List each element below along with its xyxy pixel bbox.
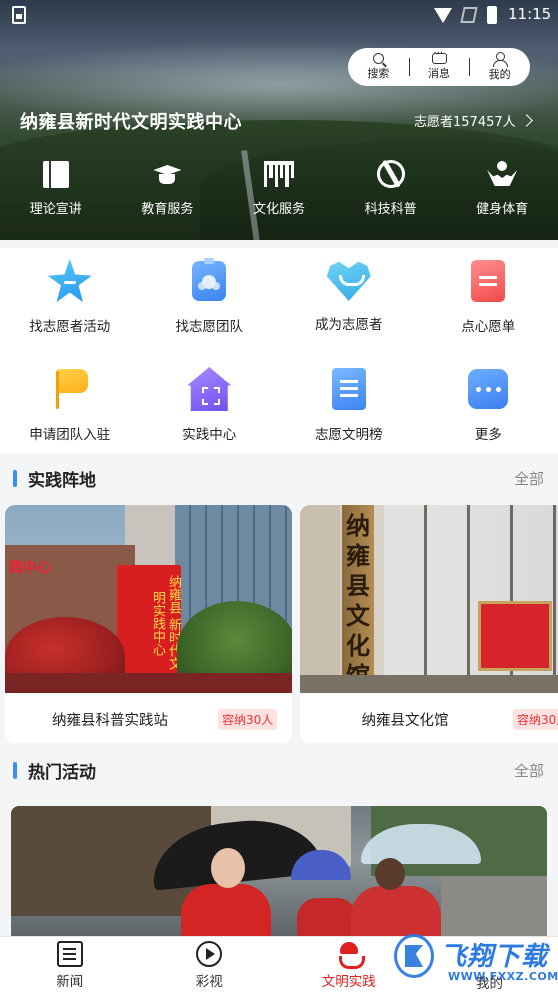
practice-card[interactable]: 纳雍县文化馆 纳雍县文化馆 容纳30人 — [300, 505, 558, 743]
search-label: 搜索 — [367, 67, 390, 80]
service-label: 成为志愿者 — [315, 317, 383, 333]
news-icon — [56, 941, 83, 967]
service-find-activity[interactable]: 找志愿者活动 — [0, 248, 140, 356]
section-accent-bar — [13, 470, 17, 487]
service-label: 点心愿单 — [461, 319, 516, 335]
atom-icon — [371, 154, 410, 194]
nav-label: 文明实践 — [321, 974, 376, 990]
status-time: 11:15 — [508, 5, 552, 23]
app-notification-icon — [12, 6, 26, 24]
user-icon — [492, 52, 508, 67]
category-fitness[interactable]: 健身体育 — [446, 160, 558, 217]
hot-activity-card[interactable] — [11, 806, 547, 936]
service-label: 实践中心 — [182, 427, 237, 443]
profile-label: 我的 — [488, 68, 511, 81]
service-label: 找志愿团队 — [175, 319, 244, 335]
heart-icon — [326, 261, 371, 301]
practice-center-icon — [187, 367, 232, 411]
wifi-icon — [434, 8, 452, 23]
service-wish-list[interactable]: 点心愿单 — [419, 248, 558, 356]
service-label: 更多 — [474, 427, 502, 443]
watermark-title: 飞翔下载 — [440, 942, 549, 972]
search-button[interactable]: 搜索 — [348, 48, 409, 86]
service-find-team[interactable]: 找志愿团队 — [140, 248, 280, 356]
center-title: 纳雍县新时代文明实践中心 — [20, 112, 242, 132]
wish-list-icon — [471, 260, 506, 302]
chevron-right-icon — [519, 114, 533, 127]
category-theory[interactable]: 理论宣讲 — [0, 160, 112, 217]
service-label: 找志愿者活动 — [29, 319, 111, 335]
profile-button[interactable]: 我的 — [469, 48, 530, 86]
service-label: 志愿文明榜 — [315, 427, 383, 443]
nav-video[interactable]: 彩视 — [140, 937, 280, 992]
battery-icon — [487, 6, 497, 24]
message-button[interactable]: 消息 — [408, 48, 470, 86]
volunteer-count: 志愿者157457人 — [414, 115, 516, 130]
service-apply-team[interactable]: 申请团队入驻 — [0, 356, 140, 464]
category-label: 科技科普 — [364, 202, 417, 217]
nav-label: 新闻 — [56, 974, 84, 990]
practice-section-header: 实践阵地 全部 — [0, 458, 558, 498]
practice-card-name: 纳雍县科普实践站 — [52, 713, 168, 729]
service-label: 申请团队入驻 — [29, 427, 111, 443]
section-title: 实践阵地 — [28, 471, 96, 491]
practice-card-photo: 纳雍县文化馆 — [300, 505, 558, 693]
video-play-icon — [196, 941, 223, 967]
service-more[interactable]: 更多 — [419, 356, 558, 464]
flag-icon — [48, 367, 92, 411]
practice-card-carousel: 践中心 纳雍县 新时代文明实践中心 纳雍县科普实践站 容纳30人 纳雍县文化馆 … — [0, 505, 558, 745]
service-ranking[interactable]: 志愿文明榜 — [279, 356, 419, 464]
nav-label: 我的 — [476, 976, 503, 992]
status-bar: 11:15 — [0, 0, 558, 30]
nav-label: 彩视 — [195, 974, 223, 990]
team-icon — [192, 258, 227, 301]
star-icon — [47, 259, 92, 303]
category-culture[interactable]: 文化服务 — [223, 160, 335, 217]
piano-icon — [263, 160, 294, 188]
section-accent-bar — [13, 762, 17, 779]
practice-card-name: 纳雍县文化馆 — [361, 713, 449, 729]
hero-category-row: 理论宣讲 教育服务 文化服务 科技科普 健身体育 — [0, 154, 558, 217]
service-become-volunteer[interactable]: 成为志愿者 — [279, 248, 419, 356]
category-label: 健身体育 — [476, 202, 529, 217]
category-label: 文化服务 — [252, 202, 305, 217]
practice-view-all-link[interactable]: 全部 — [514, 468, 544, 489]
section-title: 热门活动 — [28, 763, 96, 783]
hot-section-header: 热门活动 全部 — [0, 750, 558, 790]
top-action-bar: 搜索 消息 我的 — [348, 48, 530, 86]
watermark-emblem-icon — [394, 934, 434, 978]
more-icon — [464, 365, 509, 409]
fitness-icon — [487, 160, 517, 188]
service-grid-panel: 找志愿者活动 找志愿团队 成为志愿者 点心愿单 申请团队入驻 实践中心 志愿文明… — [0, 248, 558, 453]
category-education[interactable]: 教育服务 — [112, 160, 224, 217]
book-icon — [41, 160, 71, 188]
photo-sign-text: 践中心 — [9, 560, 51, 576]
message-label: 消息 — [428, 67, 450, 80]
service-practice-center[interactable]: 实践中心 — [140, 356, 280, 464]
practice-card-photo: 践中心 纳雍县 新时代文明实践中心 — [5, 505, 292, 693]
category-label: 教育服务 — [141, 202, 194, 217]
photo-sign-text: 纳雍县文化馆 — [346, 512, 370, 690]
watermark-url: WWW.FXXZ.COM — [448, 970, 558, 983]
no-sim-icon — [460, 7, 478, 23]
watermark-logo: 飞翔下载 WWW.FXXZ.COM 我的 — [390, 930, 558, 992]
photo-pillar-text: 纳雍县 新时代文明实践中心 — [150, 575, 181, 671]
nav-news[interactable]: 新闻 — [0, 937, 140, 992]
search-icon — [372, 53, 384, 64]
category-science[interactable]: 科技科普 — [335, 154, 447, 217]
capacity-badge: 容纳30人 — [513, 709, 558, 730]
message-icon — [431, 48, 447, 64]
practice-card[interactable]: 践中心 纳雍县 新时代文明实践中心 纳雍县科普实践站 容纳30人 — [5, 505, 292, 743]
capacity-badge: 容纳30人 — [218, 709, 278, 730]
volunteer-count-link[interactable]: 志愿者157457人 — [414, 111, 533, 130]
civilization-icon — [336, 941, 365, 969]
ranking-doc-icon — [331, 368, 366, 410]
hot-view-all-link[interactable]: 全部 — [514, 760, 544, 781]
category-label: 理论宣讲 — [29, 202, 82, 217]
graduation-cap-icon — [152, 160, 182, 188]
